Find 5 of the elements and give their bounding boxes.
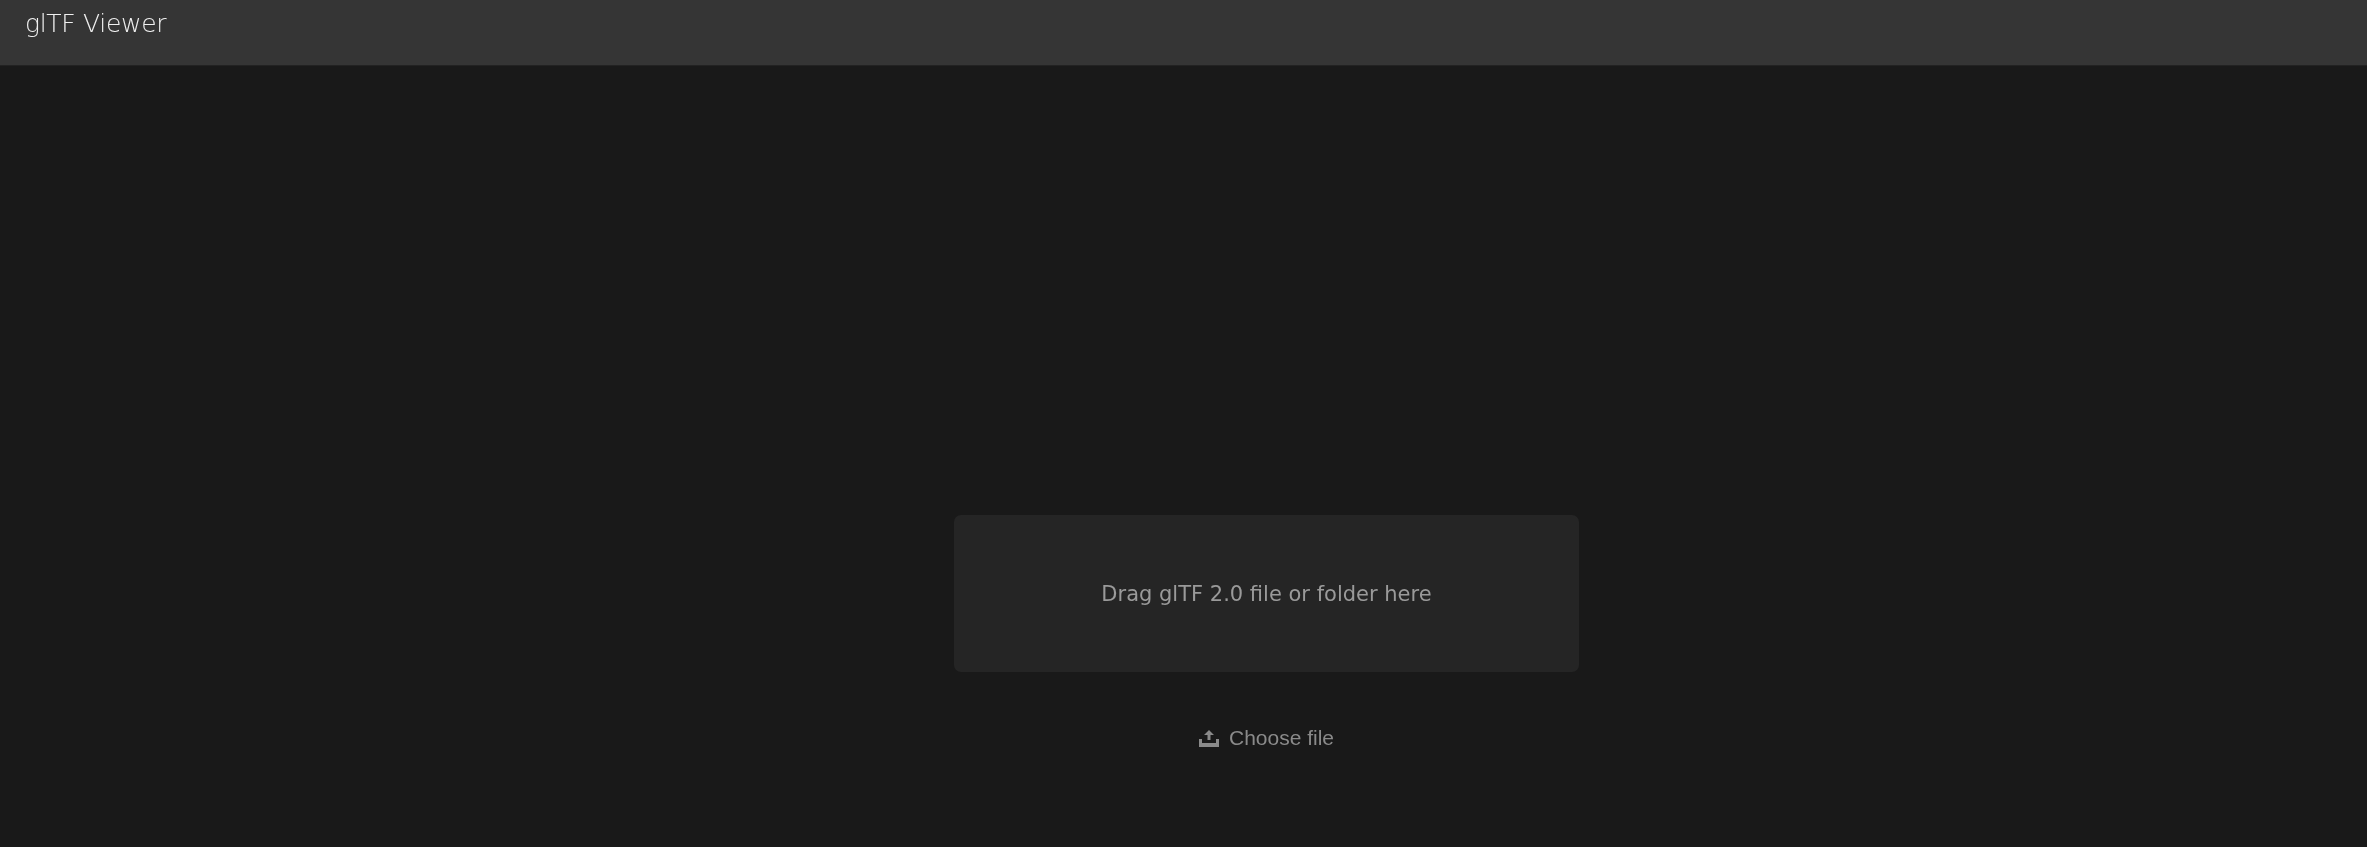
choose-file-button[interactable]: Choose file <box>1194 724 1339 752</box>
drop-prompt: Drag glTF 2.0 file or folder here <box>1101 581 1432 606</box>
drop-zone[interactable]: Drag glTF 2.0 file or folder here <box>954 515 1579 672</box>
upload-icon <box>1198 729 1219 747</box>
app-title: glTF Viewer <box>25 9 167 39</box>
